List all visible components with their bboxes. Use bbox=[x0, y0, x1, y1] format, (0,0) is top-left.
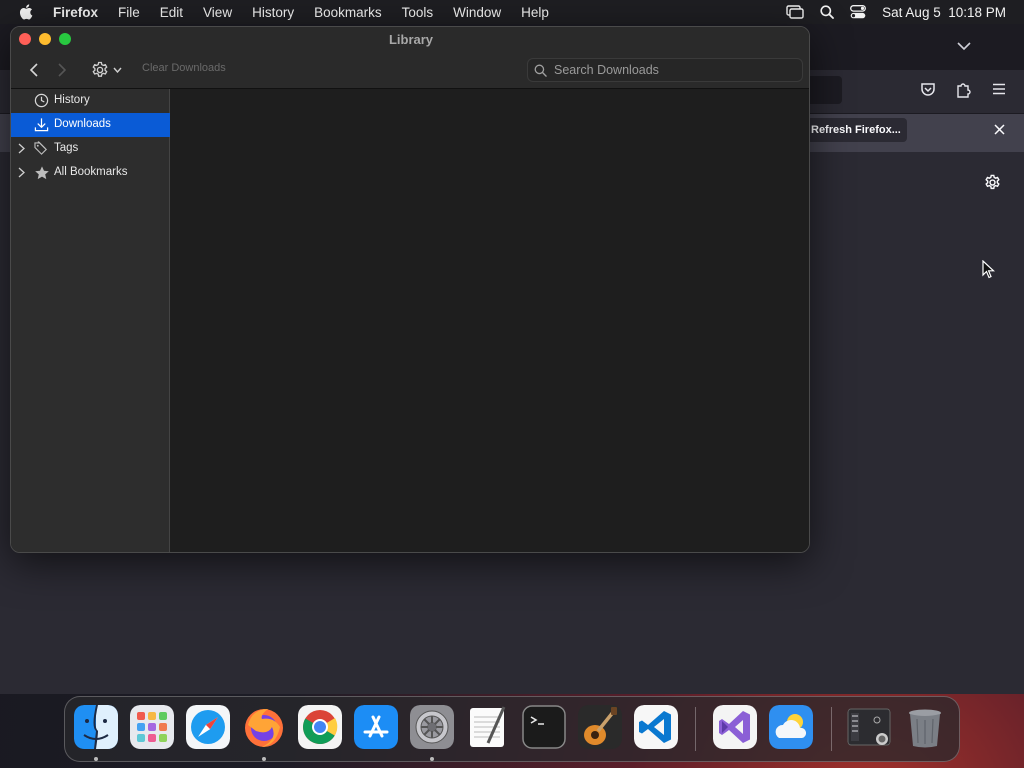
hamburger-menu-icon[interactable] bbox=[992, 83, 1006, 95]
forward-button[interactable] bbox=[57, 63, 67, 77]
close-icon[interactable] bbox=[994, 124, 1005, 135]
sidebar-item-label: History bbox=[54, 94, 90, 106]
chrome-icon[interactable] bbox=[298, 705, 342, 749]
menu-tools[interactable]: Tools bbox=[402, 5, 434, 20]
search-downloads-box[interactable] bbox=[527, 58, 803, 82]
organize-gear-icon[interactable] bbox=[91, 61, 109, 79]
firefox-icon[interactable] bbox=[242, 705, 286, 749]
gear-icon[interactable] bbox=[984, 174, 1001, 191]
menu-bar: Firefox File Edit View History Bookmarks… bbox=[0, 0, 1024, 24]
clock-icon bbox=[34, 93, 49, 108]
garageband-icon[interactable] bbox=[578, 705, 622, 749]
terminal-icon[interactable] bbox=[522, 705, 566, 749]
launchpad-icon[interactable] bbox=[130, 705, 174, 749]
sidebar-item-label: Tags bbox=[54, 142, 79, 154]
running-indicator bbox=[94, 757, 98, 761]
weather-icon[interactable] bbox=[769, 705, 813, 749]
system-settings-icon[interactable] bbox=[410, 705, 454, 749]
dock-separator bbox=[831, 707, 832, 751]
mouse-cursor-icon bbox=[982, 260, 996, 279]
preview-window-icon[interactable] bbox=[847, 705, 891, 749]
pocket-icon[interactable] bbox=[920, 81, 936, 97]
chevron-down-icon[interactable] bbox=[957, 42, 971, 51]
sidebar-item-label: Downloads bbox=[54, 118, 111, 130]
finder-icon[interactable] bbox=[74, 705, 118, 749]
menu-edit[interactable]: Edit bbox=[160, 5, 183, 20]
library-sidebar: History Downloads Tags All Bookmarks bbox=[11, 89, 170, 552]
visual-studio-icon[interactable] bbox=[713, 705, 757, 749]
search-downloads-input[interactable] bbox=[554, 61, 794, 79]
menu-bookmarks[interactable]: Bookmarks bbox=[314, 5, 382, 20]
menu-history[interactable]: History bbox=[252, 5, 294, 20]
trash-icon[interactable] bbox=[903, 705, 947, 749]
apple-icon[interactable] bbox=[18, 3, 36, 21]
sidebar-item-all-bookmarks[interactable]: All Bookmarks bbox=[11, 161, 170, 185]
back-button[interactable] bbox=[29, 63, 39, 77]
star-icon bbox=[35, 166, 49, 180]
app-store-icon[interactable] bbox=[354, 705, 398, 749]
sidebar-item-downloads[interactable]: Downloads bbox=[11, 113, 170, 137]
search-icon bbox=[534, 64, 547, 77]
running-indicator bbox=[262, 757, 266, 761]
running-indicator bbox=[430, 757, 434, 761]
menu-file[interactable]: File bbox=[118, 5, 140, 20]
refresh-firefox-button[interactable]: Refresh Firefox... bbox=[803, 118, 907, 142]
download-icon bbox=[34, 118, 49, 132]
safari-icon[interactable] bbox=[186, 705, 230, 749]
menu-window[interactable]: Window bbox=[453, 5, 501, 20]
extensions-icon[interactable] bbox=[956, 80, 972, 98]
library-window: Library Clear Downloads History bbox=[10, 26, 810, 553]
sidebar-item-tags[interactable]: Tags bbox=[11, 137, 170, 161]
screen-mirroring-icon[interactable] bbox=[786, 5, 804, 19]
spotlight-search-icon[interactable] bbox=[820, 5, 835, 19]
vscode-icon[interactable] bbox=[634, 705, 678, 749]
downloads-list-area[interactable] bbox=[171, 89, 809, 552]
control-center-icon[interactable] bbox=[850, 5, 867, 19]
chevron-right-icon[interactable] bbox=[18, 167, 25, 178]
menu-app-name[interactable]: Firefox bbox=[53, 5, 98, 20]
sidebar-item-history[interactable]: History bbox=[11, 89, 170, 113]
textedit-icon[interactable] bbox=[466, 705, 510, 749]
chevron-down-icon[interactable] bbox=[113, 67, 122, 73]
menu-help[interactable]: Help bbox=[521, 5, 549, 20]
menu-view[interactable]: View bbox=[203, 5, 232, 20]
sidebar-item-label: All Bookmarks bbox=[54, 166, 128, 178]
menubar-clock[interactable]: Sat Aug 5 10:18 PM bbox=[882, 5, 1006, 20]
chevron-right-icon[interactable] bbox=[18, 143, 25, 154]
tags-icon bbox=[34, 141, 48, 155]
window-title: Library bbox=[388, 32, 434, 47]
dock-separator bbox=[695, 707, 696, 751]
clear-downloads-button[interactable]: Clear Downloads bbox=[142, 62, 226, 74]
dock bbox=[64, 696, 960, 762]
